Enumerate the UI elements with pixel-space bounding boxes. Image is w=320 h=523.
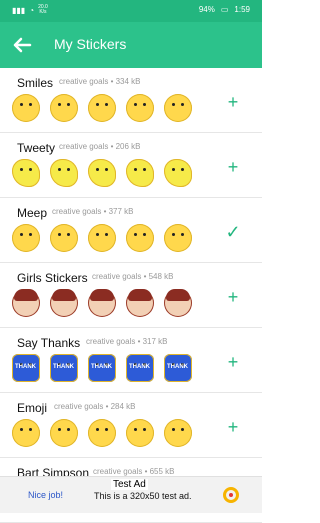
sticker-thumbnail [126, 289, 154, 317]
sticker-thumbnail [164, 94, 192, 122]
add-pack-icon[interactable]: + [222, 351, 244, 373]
battery-icon: ▭ [220, 5, 229, 14]
ad-label: Test Ad [111, 479, 148, 490]
add-pack-icon[interactable]: + [222, 416, 244, 438]
sticker-thumbnail [88, 419, 116, 447]
network-speed: 20.0 K/s [38, 4, 48, 15]
signal-icon: ▮▮▮ [12, 5, 26, 15]
pack-name: Girls Stickers [17, 271, 88, 285]
sticker-thumbnail [12, 354, 40, 382]
sticker-preview-row [12, 159, 192, 187]
pack-name: Say Thanks [17, 336, 81, 350]
sticker-thumbnail [12, 419, 40, 447]
sticker-thumbnail [50, 419, 78, 447]
time-text: 1:59 [234, 5, 250, 14]
add-pack-icon[interactable]: + [222, 156, 244, 178]
ad-banner[interactable]: Nice job! Test Ad This is a 320x50 test … [0, 476, 262, 513]
pack-meta: creative goals • 284 kB [54, 402, 136, 411]
pack-meta: creative goals • 317 kB [86, 337, 168, 346]
added-check-icon[interactable]: ✓ [222, 221, 244, 243]
pack-meta: creative goals • 206 kB [59, 142, 141, 151]
ad-text: This is a 320x50 test ad. [94, 491, 192, 501]
sticker-pack-list: Smiles creative goals • 334 kB + Tweety crea… [0, 68, 262, 523]
sticker-thumbnail [88, 159, 116, 187]
sticker-thumbnail [50, 224, 78, 252]
sticker-pack-row[interactable]: Say Thanks creative goals • 317 kB + [0, 328, 262, 393]
add-pack-icon[interactable]: + [222, 286, 244, 308]
sticker-thumbnail [126, 94, 154, 122]
wifi-icon: ◔ [29, 5, 35, 15]
sticker-thumbnail [164, 419, 192, 447]
pack-name: Smiles [17, 76, 54, 90]
ad-logo-icon[interactable] [223, 487, 239, 503]
sticker-preview-row [12, 354, 192, 382]
add-pack-icon[interactable]: + [222, 91, 244, 113]
sticker-preview-row [12, 289, 192, 317]
sticker-thumbnail [126, 354, 154, 382]
sticker-thumbnail [126, 224, 154, 252]
sticker-thumbnail [12, 159, 40, 187]
page-title: My Stickers [54, 36, 127, 52]
back-arrow-icon[interactable] [10, 33, 34, 57]
sticker-thumbnail [126, 419, 154, 447]
sticker-pack-row[interactable]: Tweety creative goals • 206 kB + [0, 133, 262, 198]
sticker-thumbnail [50, 159, 78, 187]
sticker-thumbnail [50, 94, 78, 122]
status-left: ▮▮▮ ◔ 20.0 K/s [12, 5, 48, 15]
sticker-thumbnail [50, 354, 78, 382]
sticker-thumbnail [88, 94, 116, 122]
pack-meta: creative goals • 548 kB [92, 272, 174, 281]
sticker-pack-row[interactable]: Emoji creative goals • 284 kB + [0, 393, 262, 458]
sticker-thumbnail [164, 224, 192, 252]
pack-meta: creative goals • 655 kB [93, 467, 175, 476]
sticker-pack-row[interactable]: Girls Stickers creative goals • 548 kB + [0, 263, 262, 328]
pack-name: Tweety [17, 141, 56, 155]
ad-nice-job[interactable]: Nice job! [28, 490, 63, 500]
sticker-pack-row[interactable]: Meep creative goals • 377 kB ✓ [0, 198, 262, 263]
status-bar: ▮▮▮ ◔ 20.0 K/s 94% ▭ 1:59 [0, 0, 262, 22]
status-right: 94% ▭ 1:59 [199, 5, 250, 14]
sticker-preview-row [12, 419, 192, 447]
sticker-thumbnail [164, 159, 192, 187]
pack-meta: creative goals • 377 kB [52, 207, 134, 216]
sticker-preview-row [12, 224, 192, 252]
sticker-thumbnail [88, 289, 116, 317]
sticker-thumbnail [88, 354, 116, 382]
sticker-thumbnail [12, 94, 40, 122]
pack-meta: creative goals • 334 kB [59, 77, 141, 86]
sticker-thumbnail [164, 354, 192, 382]
sticker-thumbnail [164, 289, 192, 317]
pack-name: Meep [17, 206, 48, 220]
sticker-thumbnail [88, 224, 116, 252]
app-bar: My Stickers [0, 22, 262, 68]
battery-text: 94% [198, 5, 215, 14]
sticker-thumbnail [12, 224, 40, 252]
sticker-pack-row[interactable]: Smiles creative goals • 334 kB + [0, 68, 262, 133]
sticker-thumbnail [126, 159, 154, 187]
pack-name: Emoji [17, 401, 48, 415]
sticker-thumbnail [50, 289, 78, 317]
sticker-preview-row [12, 94, 192, 122]
sticker-thumbnail [12, 289, 40, 317]
